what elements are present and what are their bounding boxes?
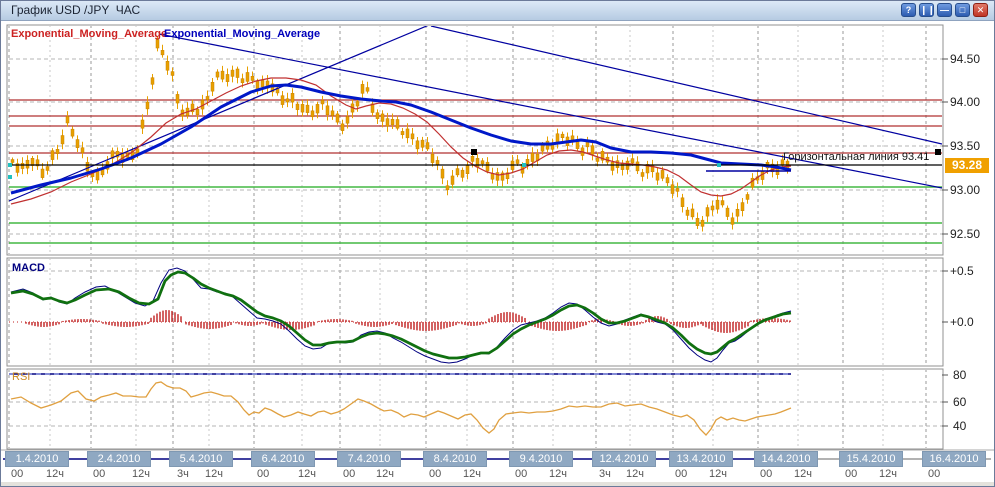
date-label: 16.4.2010 [922, 451, 986, 467]
price-tick-label: 94.00 [950, 95, 980, 109]
macd-tick-label: +0.0 [950, 315, 974, 329]
date-label: 6.4.2010 [251, 451, 315, 467]
time-label: 00 [675, 468, 687, 480]
time-label: 00 [515, 468, 527, 480]
time-label: 12ч [879, 468, 897, 480]
time-label: 3ч [177, 468, 189, 480]
time-label: 12ч [794, 468, 812, 480]
time-label: 00 [257, 468, 269, 480]
time-label: 00 [93, 468, 105, 480]
window-bottom-edge [1, 482, 994, 487]
time-label: 00 [845, 468, 857, 480]
chart-window: График USD /JPY ЧАС ?❙❙—□✕ Exponential_M… [0, 0, 995, 487]
time-label: 00 [343, 468, 355, 480]
price-tick-label: 93.50 [950, 139, 980, 153]
time-label: 12ч [463, 468, 481, 480]
price-tick-label: 93.00 [950, 183, 980, 197]
time-label: 12ч [298, 468, 316, 480]
rsi-tick-label: 40 [953, 419, 966, 433]
price-tick-label: 94.50 [950, 52, 980, 66]
date-label: 15.4.2010 [839, 451, 903, 467]
time-label: 12ч [709, 468, 727, 480]
rsi-tick-label: 60 [953, 395, 966, 409]
ema-indicator-label-1: Exponential_Moving_Average [11, 28, 167, 40]
time-label: 12ч [549, 468, 567, 480]
macd-indicator-label: MACD [12, 262, 45, 274]
date-label: 5.4.2010 [169, 451, 233, 467]
date-label: 1.4.2010 [5, 451, 69, 467]
time-label: 3ч [599, 468, 611, 480]
time-label: 12ч [376, 468, 394, 480]
time-label: 12ч [626, 468, 644, 480]
time-label: 12ч [205, 468, 223, 480]
date-label: 13.4.2010 [669, 451, 733, 467]
rsi-indicator-label: RSI [12, 371, 30, 383]
time-label: 12ч [46, 468, 64, 480]
macd-tick-label: +0.5 [950, 264, 974, 278]
time-label: 00 [11, 468, 23, 480]
current-price-badge: 93.28 [945, 158, 989, 173]
time-label: 00 [928, 468, 940, 480]
date-label: 7.4.2010 [337, 451, 401, 467]
horizontal-line-label[interactable]: Горизонтальная линия 93.41 [783, 151, 929, 163]
chart-canvas[interactable] [1, 1, 995, 487]
date-label: 2.4.2010 [87, 451, 151, 467]
date-label: 12.4.2010 [592, 451, 656, 467]
time-label: 12ч [132, 468, 150, 480]
time-label: 00 [760, 468, 772, 480]
ema-indicator-label-2: Exponential_Moving_Average [164, 28, 320, 40]
date-label: 9.4.2010 [509, 451, 573, 467]
date-label: 8.4.2010 [423, 451, 487, 467]
rsi-tick-label: 80 [953, 368, 966, 382]
price-tick-label: 92.50 [950, 227, 980, 241]
date-label: 14.4.2010 [754, 451, 818, 467]
time-label: 00 [429, 468, 441, 480]
